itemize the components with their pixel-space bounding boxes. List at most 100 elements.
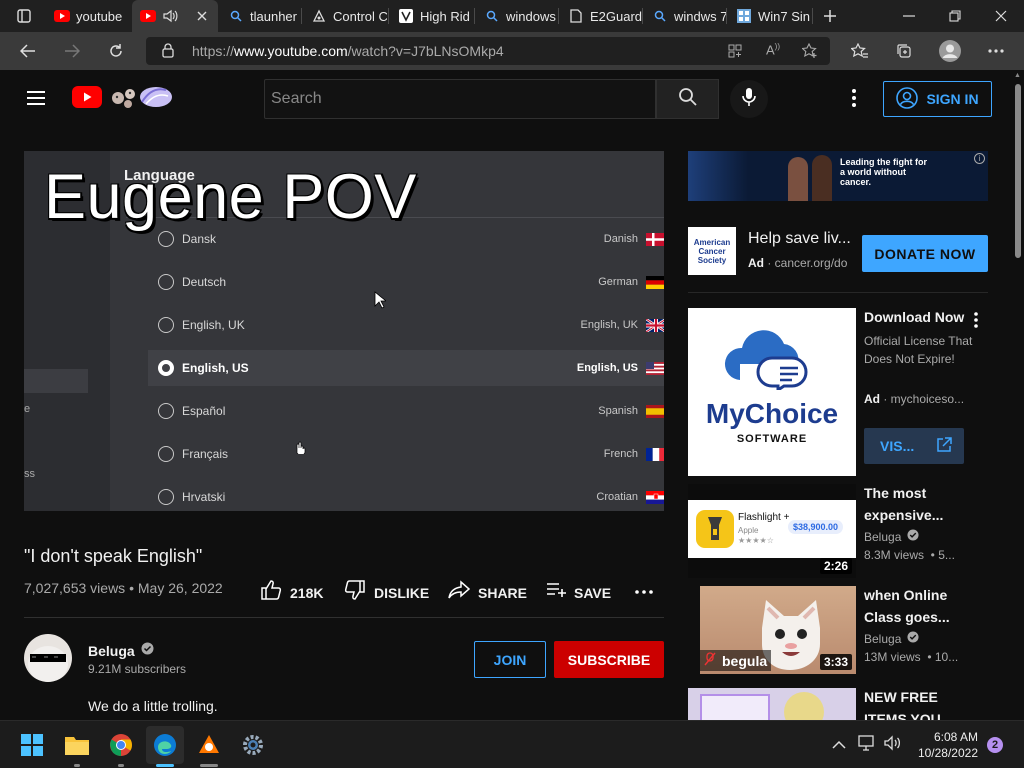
- back-arrow-icon[interactable]: [12, 35, 44, 67]
- more-actions-icon[interactable]: [634, 582, 654, 607]
- channel-name[interactable]: Beluga: [88, 643, 135, 659]
- language-option[interactable]: English, UK English, UK: [148, 307, 664, 343]
- share-button[interactable]: SHARE: [448, 580, 527, 605]
- chrome-icon[interactable]: [105, 729, 137, 761]
- sidebar-channel[interactable]: Beluga: [864, 527, 901, 547]
- address-bar[interactable]: https://www.youtube.com/watch?v=J7bLNsOM…: [146, 37, 830, 65]
- scrollbar-thumb[interactable]: [1015, 84, 1021, 258]
- language-option[interactable]: Español Spanish: [148, 393, 664, 429]
- tab-control[interactable]: Control C: [303, 0, 387, 32]
- language-option[interactable]: Deutsch German: [148, 264, 664, 300]
- close-window-icon[interactable]: [985, 0, 1017, 32]
- tab-e2guardian[interactable]: E2Guardi: [560, 0, 642, 32]
- video-thumbnail-cat[interactable]: begula 3:33: [700, 586, 856, 674]
- sidebar-channel-row: Beluga: [864, 527, 919, 547]
- like-button[interactable]: 218K: [260, 580, 323, 605]
- sign-in-button[interactable]: SIGN IN: [883, 81, 992, 117]
- youtube-logo-icon[interactable]: [72, 86, 102, 113]
- search-input[interactable]: Search: [264, 79, 656, 119]
- refresh-icon[interactable]: [100, 35, 132, 67]
- notification-badge[interactable]: 2: [987, 737, 1003, 753]
- forward-arrow-icon[interactable]: [56, 35, 88, 67]
- tab-label: E2Guardi: [590, 8, 642, 24]
- url-path: /watch?v=J7bLNsOMkp4: [347, 43, 504, 59]
- tray-overflow-chevron-icon[interactable]: [832, 737, 846, 755]
- flashlight-app-icon: [696, 510, 734, 548]
- radio-icon[interactable]: [158, 274, 174, 290]
- lock-icon[interactable]: [162, 43, 174, 61]
- donate-now-button[interactable]: DONATE NOW: [862, 235, 988, 272]
- minimize-icon[interactable]: [893, 0, 925, 32]
- acs-logo-text: American Cancer Society: [693, 237, 731, 265]
- language-option[interactable]: Hrvatski Croatian: [148, 479, 664, 511]
- banner-ad[interactable]: Leading the fight for a world without ca…: [688, 151, 988, 201]
- radio-icon[interactable]: [158, 403, 174, 419]
- radio-icon[interactable]: [158, 489, 174, 505]
- restore-icon[interactable]: [939, 0, 971, 32]
- mychoice-ad-thumbnail[interactable]: MyChoice SOFTWARE: [688, 308, 856, 476]
- add-favorite-icon[interactable]: [801, 42, 818, 62]
- chat-cloud-icon: [722, 330, 822, 395]
- volume-icon[interactable]: [884, 735, 902, 756]
- clock[interactable]: 6:08 AM 10/28/2022: [916, 729, 978, 761]
- join-button[interactable]: JOIN: [474, 641, 546, 678]
- radio-icon[interactable]: [158, 317, 174, 333]
- collections-icon[interactable]: [888, 35, 920, 67]
- search-button[interactable]: [656, 79, 719, 119]
- read-aloud-icon[interactable]: A)): [766, 42, 780, 57]
- more-settings-icon[interactable]: [846, 88, 862, 113]
- tab-search-windws7[interactable]: windws 7: [644, 0, 726, 32]
- sidebar-video-title[interactable]: when Online Class goes...: [864, 584, 984, 628]
- tab-high-rid[interactable]: High Rid: [390, 0, 474, 32]
- settings-more-icon[interactable]: [980, 35, 1012, 67]
- close-tab-icon[interactable]: [194, 8, 210, 24]
- avast-icon[interactable]: [193, 729, 225, 761]
- ad1-title[interactable]: Help save liv...: [748, 230, 851, 248]
- ad-info-icon[interactable]: i: [974, 153, 985, 164]
- language-english-name: German: [598, 276, 638, 288]
- channel-avatar[interactable]: [24, 634, 72, 682]
- divider: [24, 617, 664, 618]
- subscribe-button[interactable]: SUBSCRIBE: [554, 641, 664, 678]
- radio-icon[interactable]: [158, 446, 174, 462]
- hamburger-menu-icon[interactable]: [24, 86, 48, 115]
- tab-search-tlaunher[interactable]: tlaunher: [220, 0, 300, 32]
- radio-icon[interactable]: [158, 231, 174, 247]
- video-duration: 2:26: [819, 558, 852, 574]
- sidebar-video-title[interactable]: The most expensive...: [864, 482, 984, 526]
- language-option[interactable]: Français French: [148, 436, 664, 472]
- language-option[interactable]: English, US English, US: [148, 350, 664, 386]
- save-button[interactable]: SAVE: [546, 580, 611, 605]
- profile-avatar-icon[interactable]: [934, 35, 966, 67]
- ad2-title[interactable]: Download Now: [864, 306, 964, 328]
- voice-search-button[interactable]: [730, 80, 768, 118]
- video-thumbnail-flashlight[interactable]: Flashlight + Apple ★★★★☆ $38,900.00 2:26: [688, 484, 856, 578]
- page-scrollbar[interactable]: ▲: [1012, 70, 1024, 720]
- tab-label: windows: [506, 8, 556, 24]
- network-icon[interactable]: [858, 735, 876, 756]
- speaker-icon[interactable]: [162, 8, 178, 24]
- edge-icon[interactable]: [146, 726, 184, 764]
- tab-youtube[interactable]: youtube: [46, 0, 130, 32]
- search-icon: [652, 8, 668, 24]
- sidebar-channel[interactable]: Beluga: [864, 629, 901, 649]
- radio-selected-icon[interactable]: [158, 360, 174, 376]
- settings-gear-icon[interactable]: [237, 729, 269, 761]
- tab-active-video[interactable]: [132, 0, 218, 32]
- video-player[interactable]: ss e Language Dansk Danish Deutsch German En…: [24, 151, 664, 511]
- acs-logo[interactable]: American Cancer Society: [688, 227, 736, 275]
- new-tab-icon[interactable]: [814, 0, 846, 32]
- doodle-logo-icon[interactable]: [108, 82, 174, 117]
- dislike-button[interactable]: DISLIKE: [344, 580, 429, 605]
- favorites-icon[interactable]: [844, 35, 876, 67]
- scroll-up-icon[interactable]: ▲: [1014, 72, 1021, 79]
- tab-win7[interactable]: Win7 Sin: [728, 0, 810, 32]
- file-explorer-icon[interactable]: [61, 729, 93, 761]
- app-available-icon[interactable]: [728, 44, 742, 61]
- control-icon: [311, 8, 327, 24]
- visit-site-button[interactable]: VIS...: [864, 428, 964, 464]
- tab-search-windows[interactable]: windows: [476, 0, 558, 32]
- video-thumbnail-free-items[interactable]: [688, 688, 856, 720]
- start-windows-icon[interactable]: [16, 729, 48, 761]
- tab-actions-icon[interactable]: [8, 0, 40, 32]
